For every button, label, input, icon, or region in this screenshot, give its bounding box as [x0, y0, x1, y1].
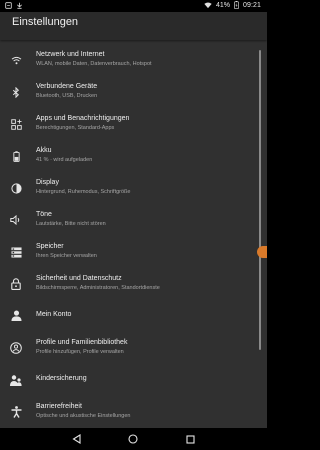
settings-item-summary: 41 % · wird aufgeladen — [36, 157, 93, 163]
settings-item-label: Mein Konto — [36, 311, 72, 318]
wifi-status-icon — [204, 2, 212, 9]
settings-item-apps[interactable]: Apps und Benachrichtigungen Berechtigung… — [0, 108, 258, 138]
settings-item-summary: Lautstärke, Bitte nicht stören — [36, 221, 106, 227]
settings-item-storage[interactable]: Speicher Ihren Speicher verwalten — [0, 236, 258, 266]
accessibility-icon — [10, 406, 22, 418]
settings-item-label: Speicher — [36, 243, 64, 250]
parental-controls-icon — [10, 374, 22, 386]
lock-icon — [10, 278, 22, 290]
settings-item-label: Profile und Familienbibliothek — [36, 339, 128, 346]
settings-item-summary: Bluetooth, USB, Drucken — [36, 93, 98, 99]
settings-item-summary: Berechtigungen, Standard-Apps — [36, 125, 115, 131]
wifi-icon — [10, 54, 22, 66]
settings-item-summary: Optische und akustische Einstellungen — [36, 413, 131, 419]
settings-item-label: Apps und Benachrichtigungen — [36, 115, 130, 122]
recents-button[interactable] — [184, 433, 196, 445]
page-title: Einstellungen — [12, 16, 79, 28]
back-button[interactable] — [70, 433, 82, 445]
settings-item-label: Verbundene Geräte — [36, 83, 98, 90]
settings-item-label: Display — [36, 179, 59, 186]
settings-item-sound[interactable]: Töne Lautstärke, Bitte nicht stören — [0, 204, 258, 234]
settings-item-label: Töne — [36, 211, 52, 218]
settings-item-summary: Bildschirmsperre, Administratoren, Stand… — [36, 285, 160, 291]
storage-icon — [10, 246, 22, 258]
settings-item-account[interactable]: Mein Konto — [0, 300, 258, 330]
settings-item-label: Sicherheit und Datenschutz — [36, 275, 122, 282]
settings-item-summary: Hintergrund, Ruhemodus, Schriftgröße — [36, 189, 131, 195]
settings-item-network[interactable]: Netzwerk und Internet WLAN, mobile Daten… — [0, 44, 258, 74]
profiles-icon — [10, 342, 22, 354]
scrollbar[interactable] — [259, 50, 261, 350]
home-button[interactable] — [127, 433, 139, 445]
navigation-bar — [0, 428, 267, 450]
display-icon — [10, 182, 22, 194]
settings-item-security[interactable]: Sicherheit und Datenschutz Bildschirmspe… — [0, 268, 258, 298]
settings-item-display[interactable]: Display Hintergrund, Ruhemodus, Schriftg… — [0, 172, 258, 202]
settings-item-label: Barrierefreiheit — [36, 403, 82, 410]
battery-charging-icon — [234, 1, 239, 9]
download-icon — [16, 2, 23, 9]
volume-icon — [10, 214, 22, 226]
edge-panel-handle[interactable] — [257, 246, 267, 258]
settings-item-parental-controls[interactable]: Kindersicherung — [0, 364, 258, 394]
settings-item-summary: WLAN, mobile Daten, Datenverbrauch, Hots… — [36, 61, 152, 67]
settings-item-profiles[interactable]: Profile und Familienbibliothek Profile h… — [0, 332, 258, 362]
settings-item-label: Akku — [36, 147, 52, 154]
battery-icon — [10, 150, 22, 162]
status-bar: 41% 09:21 — [0, 0, 267, 12]
settings-item-label: Kindersicherung — [36, 375, 87, 382]
apps-icon — [10, 118, 22, 130]
settings-item-label: Netzwerk und Internet — [36, 51, 105, 58]
settings-item-summary: Profile hinzufügen, Profile verwalten — [36, 349, 124, 355]
app-bar: Einstellungen — [0, 12, 267, 40]
settings-list[interactable]: Netzwerk und Internet WLAN, mobile Daten… — [0, 42, 267, 432]
account-icon — [10, 309, 22, 321]
settings-item-battery[interactable]: Akku 41 % · wird aufgeladen — [0, 140, 258, 170]
notification-icon — [5, 2, 12, 9]
bluetooth-icon — [10, 86, 22, 98]
settings-item-accessibility[interactable]: Barrierefreiheit Optische und akustische… — [0, 396, 258, 426]
battery-percentage: 41% — [215, 1, 230, 9]
clock: 09:21 — [242, 1, 261, 9]
settings-item-summary: Ihren Speicher verwalten — [36, 253, 97, 259]
settings-item-connected-devices[interactable]: Verbundene Geräte Bluetooth, USB, Drucke… — [0, 76, 258, 106]
settings-screen: 41% 09:21 Einstellungen Netzwerk und Int… — [0, 0, 267, 450]
